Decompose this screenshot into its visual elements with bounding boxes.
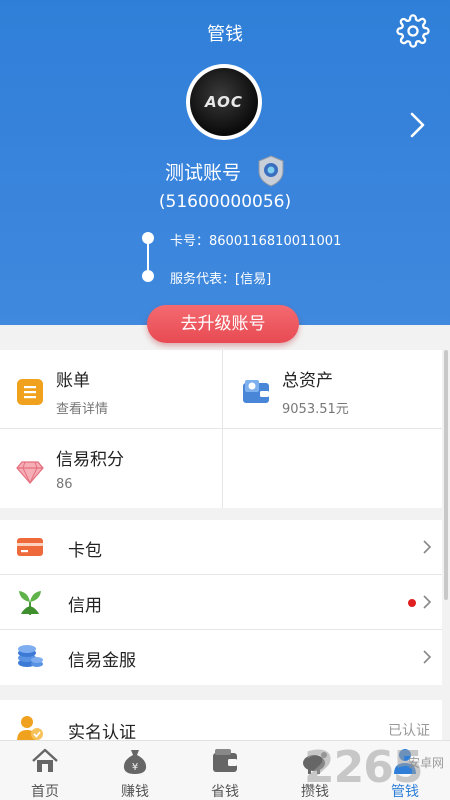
page-title: 管钱 [207, 24, 243, 45]
verification-status: 已认证 [388, 723, 430, 739]
points-cell[interactable]: 信易积分 86 [0, 429, 220, 507]
wallet-icon [242, 378, 270, 406]
points-label: 信易积分 [56, 450, 124, 470]
assets-label: 总资产 [282, 371, 333, 391]
chevron-right-icon [422, 649, 432, 665]
chevron-right-icon [422, 539, 432, 555]
diamond-icon [16, 457, 44, 485]
upgrade-account-button[interactable]: 去升级账号 [147, 305, 299, 343]
account-name: 测试账号 [164, 161, 241, 184]
grid-divider-horizontal [0, 428, 442, 429]
svg-text:¥: ¥ [132, 762, 138, 773]
profile-detail-chevron-icon[interactable] [404, 108, 430, 142]
tab-label: 赚钱 [121, 784, 149, 800]
tab-earn[interactable]: ¥ 赚钱 [90, 741, 180, 800]
profile-header: 管钱 AOC 测试账号 (51600000056) 卡号：86001168100… [0, 0, 450, 325]
service-rep: 服务代表：[信易] [170, 272, 272, 287]
coins-stack-icon [16, 643, 44, 671]
summary-grid: 账单 查看详情 总资产 9053.51元 信易积分 86 [0, 350, 442, 508]
tab-label: 省钱 [211, 784, 239, 800]
list-item-card-wallet[interactable]: 卡包 [0, 520, 442, 575]
tab-label: 管钱 [391, 784, 419, 800]
assets-value: 9053.51元 [282, 402, 349, 417]
avatar[interactable]: AOC [186, 64, 262, 140]
timeline-dot-top [142, 232, 154, 244]
notification-dot [408, 599, 416, 607]
card-number: 卡号：8600116810011001 [170, 234, 342, 249]
tab-label: 攒钱 [301, 784, 329, 800]
bill-icon [16, 378, 44, 406]
bill-label: 账单 [56, 371, 90, 391]
tab-accumulate[interactable]: 攒钱 [270, 741, 360, 800]
timeline-dot-bottom [142, 270, 154, 282]
bill-sub: 查看详情 [56, 402, 109, 417]
avatar-logo-text: AOC [190, 68, 258, 136]
settings-gear-icon[interactable] [396, 14, 430, 48]
list-item-credit[interactable]: 信用 [0, 575, 442, 630]
tab-save[interactable]: 省钱 [180, 741, 270, 800]
scrollbar[interactable] [444, 350, 448, 600]
list-item-label: 卡包 [68, 541, 102, 561]
assets-cell[interactable]: 总资产 9053.51元 [226, 350, 446, 428]
list-item-label: 信用 [68, 596, 102, 616]
card-icon [16, 533, 44, 561]
money-bag-icon: ¥ [123, 750, 147, 774]
chevron-right-icon [422, 594, 432, 610]
grid-divider-vertical [222, 350, 223, 508]
user-tab-icon [394, 749, 416, 774]
member-badge-icon [257, 155, 285, 187]
tab-manage[interactable]: 管钱 [360, 741, 450, 800]
bill-cell[interactable]: 账单 查看详情 [0, 350, 220, 428]
wallet-tab-icon [213, 749, 237, 772]
tab-label: 首页 [31, 784, 59, 800]
account-phone: (51600000056) [158, 192, 292, 212]
points-value: 86 [56, 477, 73, 492]
credit-leaf-icon [16, 588, 44, 616]
account-name-row: 测试账号 [0, 155, 450, 187]
list-item-finance-service[interactable]: 信易金服 [0, 630, 442, 685]
list-item-label: 信易金服 [68, 651, 136, 671]
tab-home[interactable]: 首页 [0, 741, 90, 800]
menu-list: 卡包 信用 信易金服 [0, 520, 442, 685]
home-icon [32, 748, 58, 772]
piggy-bank-icon [303, 752, 327, 774]
verified-user-icon [16, 714, 44, 742]
bottom-tab-bar: 首页 ¥ 赚钱 省钱 攒钱 管钱 [0, 740, 450, 800]
